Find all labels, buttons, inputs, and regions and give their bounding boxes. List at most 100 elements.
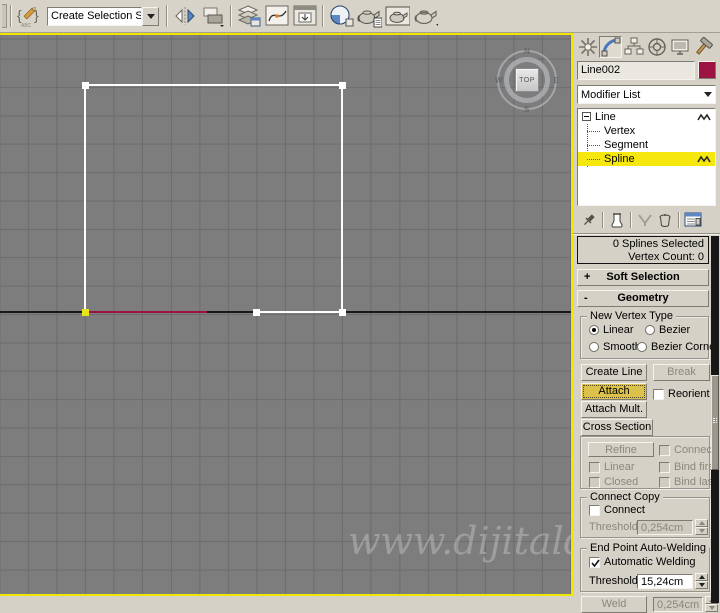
top-viewport[interactable]: N E S W TOP www.dijitalde	[0, 35, 571, 594]
connect-checkbox[interactable]: Connect	[659, 444, 715, 456]
quick-render-button[interactable]	[412, 3, 438, 29]
rendered-frame-window-button[interactable]	[384, 3, 410, 29]
stack-item-vertex[interactable]: Vertex	[578, 124, 715, 138]
connect-copy-threshold-field[interactable]: 0,254cm	[637, 520, 693, 535]
layer-manager-icon	[237, 5, 261, 27]
connect-copy-checkbox[interactable]: Connect	[589, 504, 645, 516]
scrollbar-thumb[interactable]	[711, 375, 719, 470]
viewcube[interactable]: N E S W TOP	[495, 47, 559, 114]
command-panel: Line002 Modifier List Line Vertex Segmen…	[573, 33, 720, 613]
toolbar-separator	[166, 5, 168, 27]
curve-editor-button[interactable]	[264, 3, 290, 29]
threshold-spinner[interactable]	[695, 519, 708, 535]
spline-vertex[interactable]	[253, 309, 260, 316]
utilities-icon	[695, 37, 713, 55]
align-button[interactable]	[200, 3, 226, 29]
reorient-checkbox[interactable]: Reorient	[653, 388, 710, 400]
threshold-spinner[interactable]	[695, 573, 708, 589]
material-editor-button[interactable]	[328, 3, 354, 29]
active-viewport-border: N E S W TOP www.dijitalde	[0, 33, 573, 596]
configure-modifier-sets-button[interactable]	[683, 211, 703, 229]
checkbox-checked-icon	[589, 556, 600, 568]
show-end-result-button[interactable]	[607, 211, 627, 229]
linear-checkbox[interactable]: Linear	[589, 461, 635, 473]
spin-down-button[interactable]	[695, 581, 708, 589]
create-line-button[interactable]: Create Line	[581, 364, 647, 381]
svg-text:ABC: ABC	[21, 23, 32, 29]
tab-create[interactable]	[576, 36, 599, 58]
radio-bezier[interactable]: Bezier	[645, 324, 690, 336]
stack-item-spline[interactable]: Spline	[578, 152, 715, 166]
mirror-button[interactable]	[172, 3, 198, 29]
object-color-swatch[interactable]	[698, 61, 716, 79]
display-icon	[671, 39, 688, 55]
weld-threshold-field[interactable]: 0,254cm	[653, 597, 703, 612]
chevron-down-icon	[704, 92, 712, 97]
break-button[interactable]: Break	[653, 364, 710, 381]
bind-first-checkbox[interactable]: Bind first	[659, 461, 717, 473]
collapse-icon[interactable]	[582, 112, 591, 121]
automatic-welding-checkbox[interactable]: Automatic Welding	[589, 556, 696, 568]
closed-checkbox[interactable]: Closed	[589, 476, 638, 488]
viewcube-top-face[interactable]: TOP	[515, 68, 539, 92]
stack-item-status-icon[interactable]	[697, 113, 711, 121]
rollout-geometry[interactable]: - Geometry	[577, 290, 709, 307]
tab-motion[interactable]	[645, 36, 668, 58]
mirror-icon	[175, 7, 195, 25]
selection-sets-value[interactable]: Create Selection Se	[47, 6, 142, 26]
spline-first-vertex[interactable]	[82, 309, 89, 316]
modifier-stack[interactable]: Line Vertex Segment Spline	[577, 108, 716, 206]
named-selection-sets-button[interactable]: { } ABC	[16, 3, 42, 29]
make-unique-button[interactable]	[635, 211, 655, 229]
compass-north-label: N	[524, 47, 530, 56]
render-setup-button[interactable]	[356, 3, 382, 29]
svg-text:{: {	[17, 7, 22, 23]
trash-icon	[659, 214, 671, 228]
schematic-view-button[interactable]	[292, 3, 318, 29]
bind-last-checkbox[interactable]: Bind last	[659, 476, 716, 488]
stack-item-status-icon[interactable]	[697, 155, 711, 163]
watermark-text: www.dijitalde	[348, 519, 571, 563]
vertex-count-text: Vertex Count: 0	[628, 251, 704, 263]
radio-linear[interactable]: Linear	[589, 324, 634, 336]
checkbox-icon	[659, 461, 670, 473]
create-icon	[578, 38, 597, 56]
spline-vertex[interactable]	[339, 309, 346, 316]
spin-down-button[interactable]	[695, 527, 708, 535]
spline-vertex[interactable]	[82, 82, 89, 89]
panel-scrollbar[interactable]	[711, 236, 719, 603]
attach-mult-button[interactable]: Attach Mult.	[581, 401, 647, 418]
radio-bezier-corner[interactable]: Bezier Corner	[637, 341, 719, 353]
material-editor-icon	[330, 5, 354, 27]
configure-modifier-sets-icon	[684, 212, 702, 227]
selection-sets-dropdown-button[interactable]	[142, 6, 159, 26]
toolbar-separator	[322, 5, 324, 27]
stack-item-line[interactable]: Line	[578, 110, 715, 124]
named-selection-sets-icon: { } ABC	[17, 7, 39, 29]
pin-stack-button[interactable]	[579, 211, 599, 229]
tab-display[interactable]	[668, 36, 691, 58]
selection-sets-combobox[interactable]: Create Selection Se	[47, 6, 159, 26]
spline-vertex[interactable]	[339, 82, 346, 89]
spin-up-button[interactable]	[695, 573, 708, 581]
rendered-frame-window-icon	[385, 6, 410, 26]
refine-button[interactable]: Refine	[588, 442, 654, 457]
cross-section-button[interactable]: Cross Section	[581, 419, 653, 436]
group-title: End Point Auto-Welding	[587, 542, 709, 554]
remove-modifier-button[interactable]	[655, 211, 675, 229]
object-name-field[interactable]: Line002	[577, 61, 695, 80]
stack-item-segment[interactable]: Segment	[578, 138, 715, 152]
spin-up-button[interactable]	[695, 519, 708, 527]
tab-modify[interactable]	[599, 36, 622, 58]
tab-utilities[interactable]	[691, 36, 714, 58]
radio-smooth[interactable]: Smooth	[589, 341, 641, 353]
modifier-list-dropdown[interactable]: Modifier List	[577, 85, 716, 104]
attach-button[interactable]: Attach	[581, 383, 647, 400]
clipped-toolbar-button[interactable]	[2, 4, 7, 28]
rollout-soft-selection[interactable]: + Soft Selection	[577, 269, 709, 286]
welding-threshold-field[interactable]: 15,24cm	[637, 574, 693, 589]
tab-hierarchy[interactable]	[622, 36, 645, 58]
layer-manager-button[interactable]	[236, 3, 262, 29]
weld-button[interactable]: Weld	[581, 596, 647, 613]
spin-down-button[interactable]	[705, 604, 718, 612]
